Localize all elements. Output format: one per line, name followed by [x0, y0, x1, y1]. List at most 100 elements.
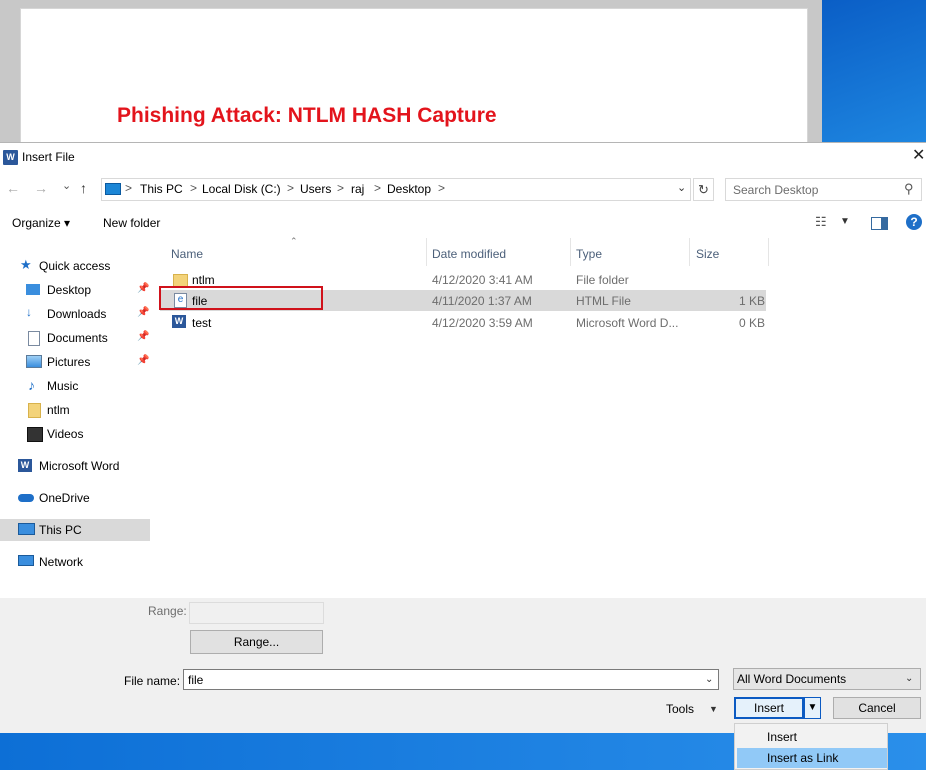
sidebar-item-ntlm[interactable]: ntlm [0, 399, 150, 421]
file-type-value: All Word Documents [737, 672, 847, 686]
sidebar-item-documents[interactable]: Documents 📌 [0, 327, 150, 349]
pin-icon[interactable]: 📌 [137, 283, 149, 294]
breadcrumb-this-pc[interactable]: This PC [140, 182, 183, 196]
organize-button[interactable]: Organize ▾ [12, 216, 70, 230]
search-input[interactable]: Search Desktop ⚲ [725, 178, 922, 201]
file-type: Microsoft Word D... [576, 316, 679, 330]
close-button[interactable]: ✕ [912, 147, 925, 165]
menu-item-insert[interactable]: Insert [735, 727, 887, 747]
sidebar-item-downloads[interactable]: ↓ Downloads 📌 [0, 303, 150, 325]
column-divider[interactable] [689, 238, 690, 266]
pin-icon[interactable]: 📌 [137, 355, 149, 366]
word-app-icon: W [3, 150, 18, 165]
sidebar-item-pictures[interactable]: Pictures 📌 [0, 351, 150, 373]
up-folder-icon[interactable]: ↑ [80, 180, 87, 196]
computer-icon [105, 183, 121, 195]
sidebar-item-microsoft-word[interactable]: W Microsoft Word [0, 455, 150, 477]
column-type[interactable]: Type [576, 247, 602, 261]
breadcrumb-separator: > [287, 181, 295, 195]
sidebar-item-label: Desktop [47, 283, 92, 297]
column-divider[interactable] [426, 238, 427, 266]
menu-item-insert-as-link[interactable]: Insert as Link [737, 748, 887, 768]
range-label: Range: [148, 604, 187, 618]
column-date-modified[interactable]: Date modified [432, 247, 506, 261]
dialog-titlebar: W Insert File ✕ [0, 143, 926, 173]
menu-item-label: Insert as Link [767, 751, 839, 765]
tools-button[interactable]: Tools [666, 702, 694, 716]
column-size[interactable]: Size [696, 247, 719, 261]
help-icon[interactable]: ? [906, 214, 922, 230]
view-options-icon[interactable]: ☷ [815, 214, 827, 230]
menu-item-label: Insert [767, 730, 798, 744]
file-row-test[interactable]: W test 4/12/2020 3:59 AM Microsoft Word … [160, 312, 766, 333]
chevron-down-icon[interactable]: ⌄ [677, 181, 686, 194]
breadcrumb-separator: > [337, 181, 345, 195]
file-type: File folder [576, 273, 629, 287]
sidebar-item-this-pc[interactable]: This PC [0, 519, 150, 541]
search-icon: ⚲ [904, 181, 914, 196]
documents-icon [28, 331, 40, 346]
breadcrumb-separator: > [125, 181, 133, 195]
pin-icon[interactable]: 📌 [137, 331, 149, 342]
insert-file-dialog: W Insert File ✕ ← → ⌄ ↑ > This PC > Loca… [0, 142, 926, 733]
sidebar-item-videos[interactable]: Videos [0, 423, 150, 445]
breadcrumb-local-disk[interactable]: Local Disk (C:) [202, 182, 281, 196]
refresh-icon[interactable]: ↻ [693, 178, 714, 201]
breadcrumb-desktop[interactable]: Desktop [387, 182, 431, 196]
file-name-value: file [188, 673, 204, 687]
range-button[interactable]: Range... [190, 630, 323, 654]
breadcrumb-separator: > [190, 181, 198, 195]
insert-dropdown-icon[interactable]: ▼ [804, 697, 821, 719]
file-type-select[interactable]: All Word Documents ⌄ [733, 668, 921, 690]
videos-icon [27, 427, 43, 442]
desktop-wallpaper [822, 0, 926, 142]
insert-button[interactable]: Insert [734, 697, 804, 719]
chevron-down-icon[interactable]: ⌄ [705, 674, 713, 685]
column-name[interactable]: Name [171, 247, 203, 261]
cancel-button[interactable]: Cancel [833, 697, 921, 719]
breadcrumb-users[interactable]: Users [300, 182, 331, 196]
column-divider[interactable] [570, 238, 571, 266]
file-name: test [192, 316, 212, 330]
sidebar-item-network[interactable]: Network [0, 551, 150, 573]
star-icon: ★ [20, 257, 32, 272]
pin-icon[interactable]: 📌 [137, 307, 149, 318]
new-folder-button[interactable]: New folder [103, 216, 160, 230]
music-icon: ♪ [28, 377, 35, 393]
sidebar-item-label: Music [47, 379, 79, 393]
sidebar-item-onedrive[interactable]: OneDrive [0, 487, 150, 509]
file-size: 0 KB [739, 316, 766, 330]
pictures-icon [26, 355, 42, 368]
breadcrumb-raj[interactable]: raj [351, 182, 364, 196]
dialog-footer: Range: Range... File name: file ⌄ All Wo… [0, 598, 926, 733]
network-icon [18, 555, 34, 566]
insert-dropdown-menu: Insert Insert as Link [734, 723, 888, 770]
chevron-down-icon[interactable]: ▼ [840, 216, 850, 227]
range-input [189, 602, 324, 624]
sidebar-item-quick-access[interactable]: ★ Quick access [0, 255, 150, 277]
recent-locations-icon[interactable]: ⌄ [62, 179, 71, 192]
preview-pane-icon[interactable] [871, 217, 888, 230]
file-type: HTML File [576, 294, 631, 308]
sidebar-item-label: Downloads [47, 307, 107, 321]
navigation-pane: ★ Quick access Desktop 📌 ↓ Downloads 📌 D… [0, 238, 152, 598]
desktop-icon [26, 284, 40, 295]
sidebar-item-music[interactable]: ♪ Music [0, 375, 150, 397]
column-divider[interactable] [768, 238, 769, 266]
folder-icon [28, 403, 41, 418]
file-name-input[interactable]: file ⌄ [183, 669, 719, 690]
back-arrow-icon[interactable]: ← [6, 180, 20, 196]
document-heading: Phishing Attack: NTLM HASH Capture [117, 104, 497, 127]
sidebar-item-label: Microsoft Word [39, 459, 120, 473]
address-bar[interactable]: > This PC > Local Disk (C:) > Users > ra… [101, 178, 691, 201]
highlight-annotation-box [159, 286, 323, 310]
sidebar-item-label: This PC [39, 523, 82, 537]
file-name-label: File name: [124, 674, 181, 688]
tools-dropdown-icon[interactable]: ▼ [709, 704, 718, 714]
sidebar-item-label: Videos [47, 427, 84, 441]
forward-arrow-icon[interactable]: → [34, 180, 48, 196]
file-date: 4/12/2020 3:41 AM [432, 273, 533, 287]
word-doc-icon: W [172, 315, 186, 328]
sidebar-item-desktop[interactable]: Desktop 📌 [0, 279, 150, 301]
sidebar-item-label: Network [39, 555, 84, 569]
